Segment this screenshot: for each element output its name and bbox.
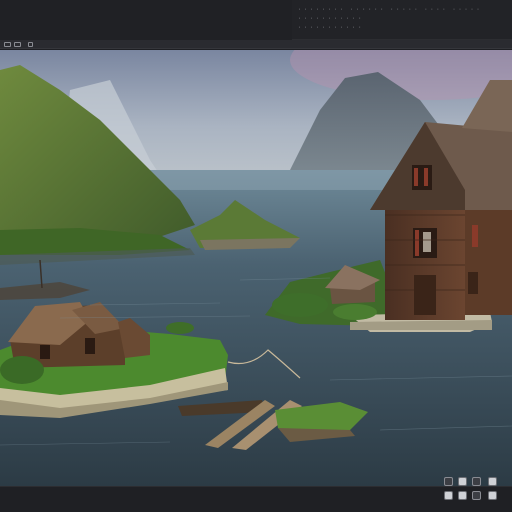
readout-field: · · · · · · [350, 7, 384, 13]
render-viewport[interactable] [0, 50, 512, 486]
wooden-house-side [465, 200, 512, 315]
properties-readout: · · · · · · · · · · · · · · · · · · · · … [298, 6, 508, 36]
readout-field: · · · · · · · · · · · [298, 25, 362, 31]
attic-shutter [414, 168, 418, 186]
layers-icon[interactable] [488, 477, 497, 486]
view-mode-icon[interactable] [4, 42, 11, 47]
render-icon[interactable] [472, 477, 481, 486]
camera-icon[interactable] [472, 491, 481, 500]
cottage-window [85, 338, 95, 354]
settings-icon[interactable] [488, 491, 497, 500]
readout-field: · · · · · · · · · · · [298, 16, 362, 22]
window-light [423, 232, 431, 252]
layers-icon[interactable] [28, 42, 33, 47]
settings-icon[interactable] [444, 477, 453, 486]
readout-field: · · · · · · · · [298, 7, 344, 13]
viewport-controls [442, 477, 506, 511]
cottage-window [40, 345, 50, 359]
bush [166, 322, 194, 334]
window-shutter [415, 230, 419, 256]
attic-shutter [424, 168, 428, 186]
house-door [414, 275, 436, 315]
camera-icon[interactable] [458, 477, 467, 486]
readout-field: · · · · · [390, 7, 418, 13]
bush [0, 356, 44, 384]
top-toolbar: · · · · · · · · · · · · · · · · · · · · … [0, 0, 512, 40]
view-mode-icon[interactable] [444, 491, 453, 500]
viewport-tab-strip [0, 40, 512, 49]
readout-field: · · · · [424, 7, 446, 13]
frame-icon[interactable] [458, 491, 467, 500]
side-window [468, 272, 478, 294]
editor-window: · · · · · · · · · · · · · · · · · · · · … [0, 0, 512, 512]
readout-field: · · · · · [452, 7, 480, 13]
scene-render [0, 50, 512, 486]
side-window [472, 225, 478, 247]
bush [272, 293, 328, 317]
bush [333, 304, 377, 320]
bottom-status-bar [0, 477, 512, 512]
frame-icon[interactable] [14, 42, 21, 47]
toolbar-empty-area [0, 0, 292, 40]
